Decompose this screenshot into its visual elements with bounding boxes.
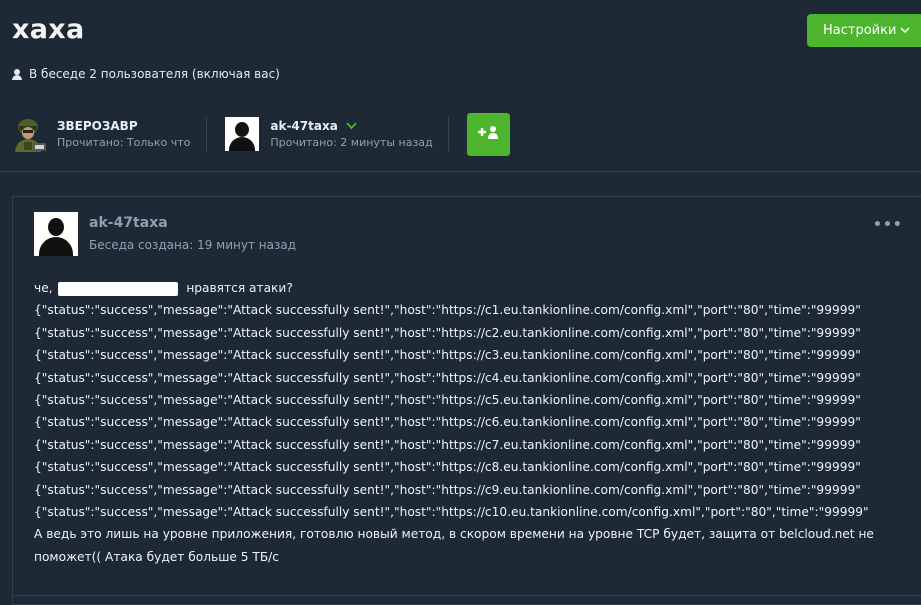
- members-count: В беседе 2 пользователя (включая вас): [12, 67, 280, 81]
- message-line: {"status":"success","message":"Attack su…: [34, 303, 861, 318]
- more-icon[interactable]: •••: [873, 217, 903, 233]
- message-line: {"status":"success","message":"Attack su…: [34, 325, 861, 340]
- participant-zverozavr[interactable]: ЗВЕРОЗАВР Прочитано: Только что: [12, 112, 190, 156]
- message-body: че, нравятся атаки? {"status":"success",…: [34, 277, 914, 568]
- message-timestamp: Беседа создана: 19 минут назад: [89, 238, 297, 252]
- message-line: {"status":"success","message":"Attack su…: [34, 482, 861, 497]
- read-status: Прочитано: Только что: [57, 136, 191, 149]
- participant-name[interactable]: ЗВЕРОЗАВР: [57, 119, 190, 133]
- settings-label: Настройки: [823, 23, 897, 38]
- message-line: {"status":"success","message":"Attack su…: [34, 437, 861, 452]
- message-line: че, нравятся атаки?: [34, 277, 914, 299]
- divider: [447, 117, 449, 151]
- participant-ak47taxa[interactable]: ak-47taxa Прочитано: 2 минуты назад: [225, 112, 433, 156]
- greeting-suffix: нравятся атаки?: [186, 281, 293, 295]
- page-title: хаха: [12, 14, 85, 45]
- participant-name[interactable]: ak-47taxa: [270, 119, 337, 133]
- message-line: {"status":"success","message":"Attack su…: [34, 393, 861, 408]
- divider: [206, 117, 208, 151]
- members-text: В беседе 2 пользователя (включая вас): [29, 67, 280, 81]
- message-card: ak-47taxa Беседа создана: 19 минут назад…: [12, 196, 921, 605]
- participant-name-row: ak-47taxa: [270, 119, 432, 133]
- greeting-prefix: че,: [34, 281, 53, 295]
- read-status: Прочитано: 2 минуты назад: [270, 136, 433, 149]
- user-icon: [12, 68, 22, 80]
- check-icon: [346, 120, 357, 133]
- add-user-icon: [477, 125, 499, 143]
- participants-list: ЗВЕРОЗАВР Прочитано: Только что ak-47tax…: [12, 112, 510, 156]
- message-line: {"status":"success","message":"Attack su…: [34, 505, 869, 520]
- avatar[interactable]: [225, 117, 260, 151]
- message-line: {"status":"success","message":"Attack su…: [34, 415, 861, 430]
- chevron-down-icon: [900, 24, 911, 37]
- avatar[interactable]: [34, 212, 78, 256]
- message-author[interactable]: ak-47taxa: [89, 215, 168, 231]
- invite-user-button[interactable]: [466, 112, 510, 156]
- settings-button[interactable]: Настройки: [807, 14, 921, 47]
- divider: [13, 595, 921, 596]
- message-line: {"status":"success","message":"Attack su…: [34, 370, 861, 385]
- message-line: А ведь это лишь на уровне приложения, го…: [34, 527, 874, 564]
- message-line: {"status":"success","message":"Attack su…: [34, 460, 861, 475]
- redacted-mention: [58, 281, 179, 296]
- divider: [0, 171, 921, 172]
- avatar[interactable]: [12, 116, 48, 152]
- message-line: {"status":"success","message":"Attack su…: [34, 348, 861, 363]
